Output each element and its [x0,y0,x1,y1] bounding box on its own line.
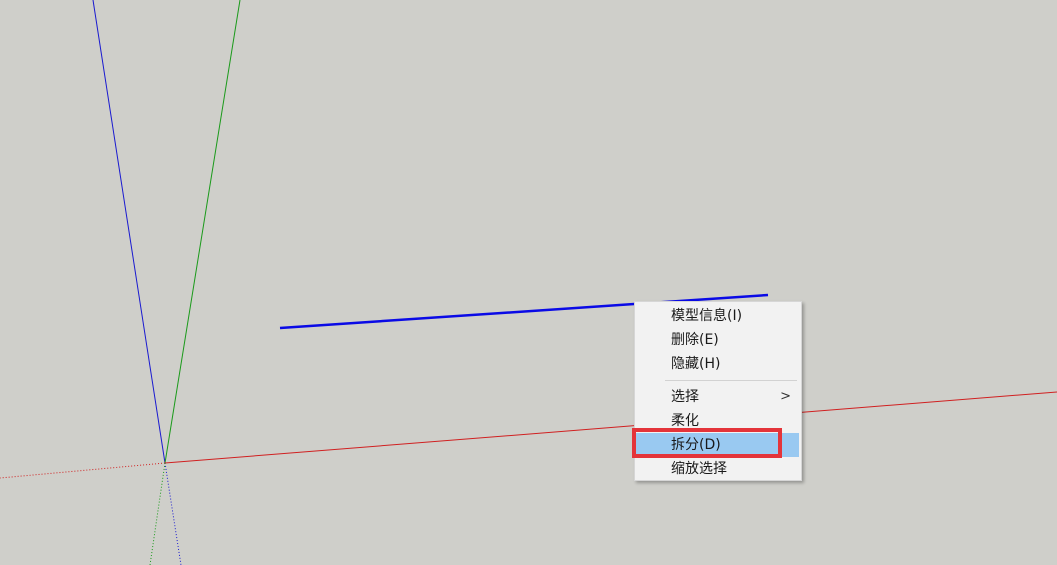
menu-item-select[interactable]: 选择 > [635,385,801,409]
green-axis-negative-line [149,462,166,565]
menu-separator [665,380,797,381]
menu-item-label: 模型信息(I) [671,308,743,324]
menu-item-label: 拆分(D) [671,437,721,453]
red-axis-line [164,391,1057,464]
menu-item-label: 删除(E) [671,332,719,348]
menu-item-soften[interactable]: 柔化 [635,409,801,433]
green-axis-line [164,0,241,464]
blue-axis-negative-line [164,462,182,565]
menu-item-label: 选择 [671,389,699,405]
menu-item-label: 柔化 [671,413,699,429]
menu-item-explode[interactable]: 拆分(D) [635,433,799,457]
blue-axis-line [92,0,166,464]
scene-canvas[interactable] [0,0,1057,565]
context-menu: 模型信息(I) 删除(E) 隐藏(H) 选择 > 柔化 拆分(D) 缩放选择 [634,301,802,481]
red-axis-negative-line [0,462,166,479]
menu-item-hide[interactable]: 隐藏(H) [635,352,801,376]
chevron-right-icon: > [780,389,791,404]
menu-item-delete[interactable]: 删除(E) [635,328,801,352]
menu-item-model-info[interactable]: 模型信息(I) [635,304,801,328]
menu-item-label: 缩放选择 [671,461,727,477]
modeling-viewport[interactable]: 模型信息(I) 删除(E) 隐藏(H) 选择 > 柔化 拆分(D) 缩放选择 [0,0,1057,565]
menu-item-zoom-selection[interactable]: 缩放选择 [635,457,801,481]
menu-item-label: 隐藏(H) [671,356,721,372]
